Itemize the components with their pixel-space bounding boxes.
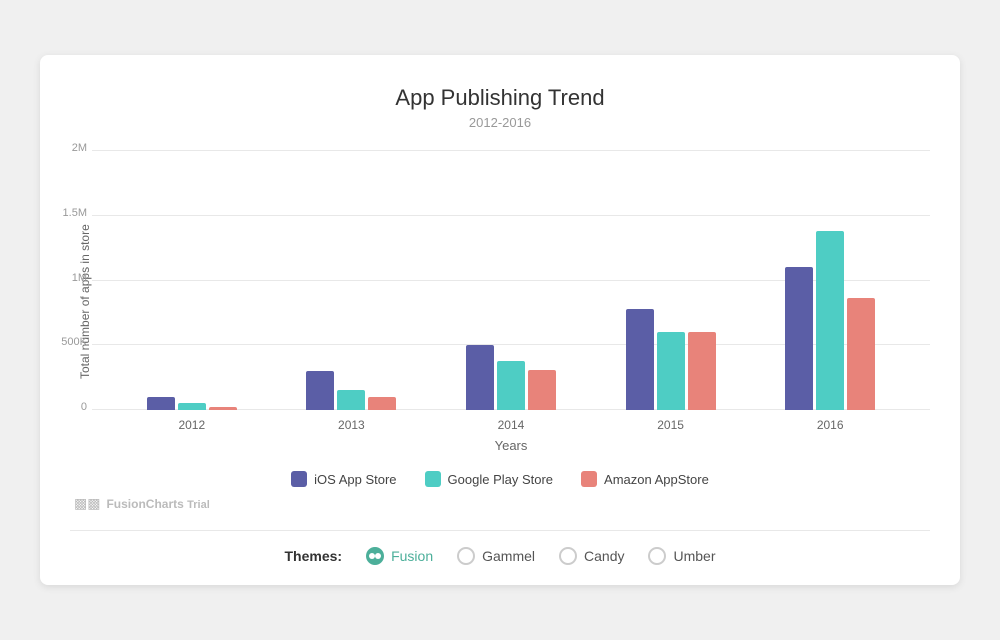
theme-radio-candy[interactable] bbox=[559, 547, 577, 565]
bar-ios-2012 bbox=[147, 397, 175, 410]
bar-google-2016 bbox=[816, 231, 844, 410]
chart-plot: 2M 1.5M 1M 500K 0 bbox=[92, 150, 930, 410]
x-label-2012: 2012 bbox=[147, 418, 237, 432]
themes-label: Themes: bbox=[285, 548, 343, 564]
chart-card: App Publishing Trend 2012-2016 Total num… bbox=[40, 55, 960, 585]
bar-group-2014 bbox=[466, 345, 556, 410]
theme-fusion-label: Fusion bbox=[391, 548, 433, 564]
bar-amazon-2012 bbox=[209, 407, 237, 410]
theme-radio-fusion[interactable] bbox=[366, 547, 384, 565]
themes-bar: Themes: Fusion Gammel Candy Umber bbox=[70, 530, 930, 565]
legend-ios: iOS App Store bbox=[291, 471, 396, 487]
legend-label-google: Google Play Store bbox=[448, 472, 554, 487]
legend-swatch-amazon bbox=[581, 471, 597, 487]
theme-fusion[interactable]: Fusion bbox=[366, 547, 433, 565]
x-label-2014: 2014 bbox=[466, 418, 556, 432]
grid-label-1m: 1M bbox=[42, 272, 87, 284]
legend-swatch-ios bbox=[291, 471, 307, 487]
bars-container bbox=[92, 150, 930, 410]
x-label-2015: 2015 bbox=[626, 418, 716, 432]
bar-amazon-2014 bbox=[528, 370, 556, 410]
bar-group-2015 bbox=[626, 309, 716, 410]
bar-google-2012 bbox=[178, 403, 206, 410]
chart-subtitle: 2012-2016 bbox=[70, 115, 930, 130]
theme-umber-label: Umber bbox=[673, 548, 715, 564]
x-axis: 2012 2013 2014 2015 2016 bbox=[92, 410, 930, 432]
bar-google-2015 bbox=[657, 332, 685, 410]
bar-amazon-2016 bbox=[847, 298, 875, 410]
bar-amazon-2013 bbox=[368, 397, 396, 410]
x-axis-title: Years bbox=[92, 438, 930, 453]
bar-ios-2015 bbox=[626, 309, 654, 410]
chart-legend: iOS App Store Google Play Store Amazon A… bbox=[70, 471, 930, 487]
watermark-icon: ▩▩ bbox=[74, 495, 100, 512]
theme-radio-gammel[interactable] bbox=[457, 547, 475, 565]
theme-umber[interactable]: Umber bbox=[648, 547, 715, 565]
bar-amazon-2015 bbox=[688, 332, 716, 410]
legend-swatch-google bbox=[425, 471, 441, 487]
bar-google-2014 bbox=[497, 361, 525, 410]
legend-label-amazon: Amazon AppStore bbox=[604, 472, 709, 487]
x-label-2013: 2013 bbox=[306, 418, 396, 432]
chart-area: Total number of apps in store 2M 1.5M 1M… bbox=[70, 150, 930, 453]
legend-google: Google Play Store bbox=[425, 471, 554, 487]
grid-label-2m: 2M bbox=[42, 142, 87, 154]
theme-candy[interactable]: Candy bbox=[559, 547, 624, 565]
bar-ios-2014 bbox=[466, 345, 494, 410]
watermark-brand: FusionCharts Trial bbox=[106, 497, 209, 511]
theme-candy-label: Candy bbox=[584, 548, 624, 564]
bar-group-2013 bbox=[306, 371, 396, 410]
legend-label-ios: iOS App Store bbox=[314, 472, 396, 487]
watermark: ▩▩ FusionCharts Trial bbox=[70, 495, 930, 512]
legend-amazon: Amazon AppStore bbox=[581, 471, 709, 487]
grid-label-500k: 500K bbox=[42, 336, 87, 348]
theme-radio-umber[interactable] bbox=[648, 547, 666, 565]
theme-gammel-label: Gammel bbox=[482, 548, 535, 564]
bar-group-2012 bbox=[147, 397, 237, 410]
bar-ios-2016 bbox=[785, 267, 813, 410]
x-label-2016: 2016 bbox=[785, 418, 875, 432]
grid-label-15m: 1.5M bbox=[42, 207, 87, 219]
bar-ios-2013 bbox=[306, 371, 334, 410]
chart-inner: 2M 1.5M 1M 500K 0 bbox=[92, 150, 930, 453]
chart-title: App Publishing Trend bbox=[70, 85, 930, 111]
theme-gammel[interactable]: Gammel bbox=[457, 547, 535, 565]
grid-label-0: 0 bbox=[42, 401, 87, 413]
bar-google-2013 bbox=[337, 390, 365, 410]
bar-group-2016 bbox=[785, 231, 875, 410]
